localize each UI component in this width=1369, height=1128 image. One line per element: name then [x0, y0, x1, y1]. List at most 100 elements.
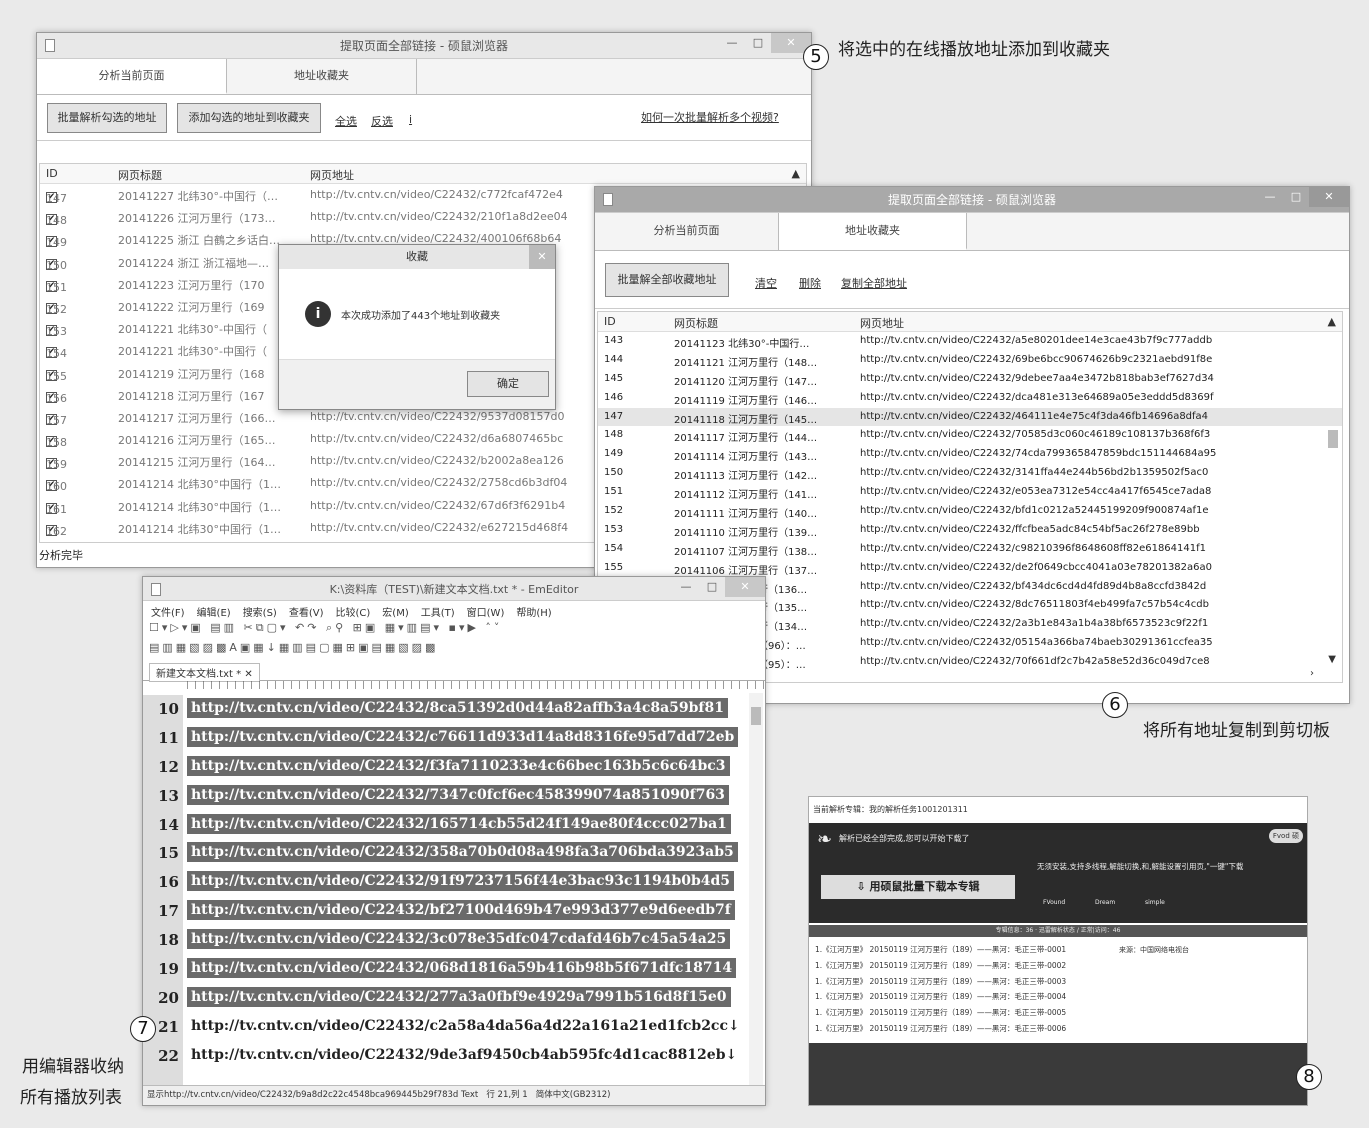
minimize-icon[interactable]: — — [673, 577, 699, 597]
editor-line[interactable]: 16 http://tv.cntv.cn/video/C22432/91f9723… — [143, 868, 747, 897]
line-text[interactable]: http://tv.cntv.cn/video/C22432/bf27100d4… — [187, 900, 735, 921]
maximize-icon[interactable]: □ — [1283, 187, 1309, 207]
table-row[interactable]: 148 20141117 江河万里行（144… http://tv.cntv.cn/… — [598, 426, 1342, 445]
line-text[interactable]: http://tv.cntv.cn/video/C22432/8ca51392d… — [187, 698, 728, 718]
tab-analyze-page[interactable]: 分析当前页面 — [595, 213, 779, 250]
fvod-badge[interactable]: Fvod 硕 — [1268, 829, 1303, 843]
scroll-right-icon[interactable]: › — [1310, 668, 1314, 679]
list-item[interactable]: 1.《江河万里》 20150119 江河万里行（189）——黑河：毛正三带-00… — [815, 973, 1105, 989]
file-tab[interactable]: 新建文本文档.txt * ✕ — [149, 663, 260, 682]
tab-close-icon[interactable]: ✕ — [244, 669, 252, 680]
table-row[interactable]: 146 20141119 江河万里行（146… http://tv.cntv.cn/… — [598, 389, 1342, 408]
add-to-favorites-button[interactable]: 添加勾选的地址到收藏夹 — [177, 103, 321, 133]
col-id[interactable]: ID — [46, 167, 58, 180]
editor-line[interactable]: 12 http://tv.cntv.cn/video/C22432/f3fa711… — [143, 753, 747, 782]
dialog-close-icon[interactable]: ✕ — [529, 245, 555, 269]
table-row[interactable]: 154 20141107 江河万里行（138… http://tv.cntv.cn/… — [598, 540, 1342, 559]
menu-item[interactable]: 帮助(H) — [516, 604, 551, 619]
col-url[interactable]: 网页地址 — [310, 167, 354, 183]
editor-line[interactable]: 22 http://tv.cntv.cn/video/C22432/9de3af9… — [143, 1042, 747, 1071]
dialog-ok-button[interactable]: 确定 — [467, 371, 549, 397]
list-item[interactable]: 1.《江河万里》 20150119 江河万里行（189）——黑河：毛正三带-00… — [815, 1020, 1105, 1036]
toolbar-row-1[interactable]: ☐▾▷▾▣ ▤▥ ✂⧉▢▾ ↶↷ ⌕⚲ ⊞▣ ▦▾▥▤▾ ▪▾▶ ˄˅ — [143, 621, 765, 641]
table-row[interactable]: 155 20141106 江河万里行（137… http://tv.cntv.cn/… — [598, 559, 1342, 578]
line-text[interactable]: http://tv.cntv.cn/video/C22432/068d1816a… — [187, 958, 737, 979]
table-row[interactable]: 144 20141121 江河万里行（148… http://tv.cntv.cn/… — [598, 351, 1342, 370]
editor-line[interactable]: 15 http://tv.cntv.cn/video/C22432/358a70b… — [143, 839, 747, 868]
menu-item[interactable]: 比较(C) — [336, 604, 371, 619]
table-row[interactable]: 151 20141112 江河万里行（141… http://tv.cntv.cn/… — [598, 483, 1342, 502]
invert-select-link[interactable]: 反选 — [371, 113, 393, 129]
line-text[interactable]: http://tv.cntv.cn/video/C22432/c2a58a4da… — [187, 1016, 744, 1036]
table-row[interactable]: 150 20141113 江河万里行（142… http://tv.cntv.cn/… — [598, 464, 1342, 483]
editor-line[interactable]: 18 http://tv.cntv.cn/video/C22432/3c078e3… — [143, 926, 747, 955]
editor-line[interactable]: 17 http://tv.cntv.cn/video/C22432/bf27100… — [143, 897, 747, 926]
editor-line[interactable]: 19 http://tv.cntv.cn/video/C22432/068d181… — [143, 955, 747, 984]
dialog-titlebar[interactable]: 收藏 ✕ — [279, 245, 555, 269]
editor-line[interactable]: 14 http://tv.cntv.cn/video/C22432/165714c… — [143, 811, 747, 840]
batch-download-button[interactable]: ⇩ 用硕鼠批量下载本专辑 — [821, 875, 1015, 899]
scrollbar-thumb[interactable] — [1328, 430, 1338, 448]
table-row[interactable]: 145 20141120 江河万里行（147… http://tv.cntv.cn/… — [598, 370, 1342, 389]
list-item[interactable]: 1.《江河万里》 20150119 江河万里行（189）——黑河：毛正三带-00… — [815, 988, 1105, 1004]
skin-dream[interactable]: Dream — [1095, 899, 1115, 906]
editor-line[interactable]: 11 http://tv.cntv.cn/video/C22432/c76611d… — [143, 724, 747, 753]
tab-favorites[interactable]: 地址收藏夹 — [779, 213, 967, 250]
vertical-scrollbar[interactable] — [749, 693, 763, 1085]
list-item[interactable]: 1.《江河万里》 20150119 江河万里行（189）——黑河：毛正三带-00… — [815, 941, 1105, 957]
skin-simple[interactable]: simple — [1145, 899, 1165, 906]
editor-line[interactable]: 21 http://tv.cntv.cn/video/C22432/c2a58a4… — [143, 1013, 747, 1042]
menu-item[interactable]: 文件(F) — [151, 604, 185, 619]
batch-parse-all-button[interactable]: 批量解全部收藏地址 — [605, 263, 729, 297]
editor-line[interactable]: 10 http://tv.cntv.cn/video/C22432/8ca5139… — [143, 695, 747, 724]
col-url[interactable]: 网页地址 — [860, 315, 904, 331]
editor-line[interactable]: 20 http://tv.cntv.cn/video/C22432/277a3a0… — [143, 984, 747, 1013]
window-titlebar[interactable]: 提取页面全部链接 - 硕鼠浏览器 — □ ✕ — [595, 187, 1349, 213]
scroll-up-icon[interactable]: ▲ — [792, 167, 800, 180]
help-link[interactable]: 如何一次批量解析多个视频? — [641, 109, 779, 125]
line-text[interactable]: http://tv.cntv.cn/video/C22432/7347c0fcf… — [187, 784, 729, 805]
list-item[interactable]: 1.《江河万里》 20150119 江河万里行（189）——黑河：毛正三带-00… — [815, 957, 1105, 973]
close-icon[interactable]: ✕ — [1309, 187, 1349, 207]
scroll-up-icon[interactable]: ▲ — [1328, 315, 1336, 328]
table-row[interactable]: 143 20141123 北纬30°-中国行… http://tv.cntv.cn/… — [598, 332, 1342, 351]
scroll-down-icon[interactable]: ▼ — [1328, 654, 1336, 665]
maximize-icon[interactable]: □ — [699, 577, 725, 597]
menu-item[interactable]: 工具(T) — [421, 604, 455, 619]
toolbar-row-2[interactable]: ▤▥▦▧▨▩A▣▦↓▦▥▤▢▦⊞▣▤▦▧▨▩ — [143, 641, 765, 661]
line-text[interactable]: http://tv.cntv.cn/video/C22432/9de3af945… — [187, 1045, 741, 1065]
menu-item[interactable]: 编辑(E) — [197, 604, 231, 619]
tab-analyze-page[interactable]: 分析当前页面 — [37, 59, 227, 94]
editor-line[interactable]: 13 http://tv.cntv.cn/video/C22432/7347c0f… — [143, 782, 747, 811]
list-item[interactable]: 1.《江河万里》 20150119 江河万里行（189）——黑河：毛正三带-00… — [815, 1004, 1105, 1020]
line-text[interactable]: http://tv.cntv.cn/video/C22432/c76611d93… — [187, 726, 739, 747]
menu-item[interactable]: 搜索(S) — [243, 604, 277, 619]
select-all-link[interactable]: 全选 — [335, 113, 357, 129]
skin-fvound[interactable]: FVound — [1043, 899, 1065, 906]
batch-parse-button[interactable]: 批量解析勾选的地址 — [47, 103, 167, 133]
copy-all-link[interactable]: 复制全部地址 — [841, 275, 907, 291]
maximize-icon[interactable]: □ — [745, 33, 771, 53]
col-title[interactable]: 网页标题 — [118, 167, 162, 183]
tab-favorites[interactable]: 地址收藏夹 — [227, 59, 417, 94]
menu-item[interactable]: 查看(V) — [289, 604, 324, 619]
clear-link[interactable]: 清空 — [755, 275, 777, 291]
editor-text-area[interactable]: 10 http://tv.cntv.cn/video/C22432/8ca5139… — [143, 695, 747, 1085]
line-text[interactable]: http://tv.cntv.cn/video/C22432/91f972371… — [187, 871, 735, 892]
info-link[interactable]: i — [409, 113, 412, 126]
window-titlebar[interactable]: K:\资料库（TEST)\新建文本文档.txt * - EmEditor — □ ✕ — [143, 577, 765, 601]
line-text[interactable]: http://tv.cntv.cn/video/C22432/f3fa71102… — [187, 755, 730, 776]
delete-link[interactable]: 删除 — [799, 275, 821, 291]
col-id[interactable]: ID — [604, 315, 616, 328]
col-title[interactable]: 网页标题 — [674, 315, 718, 331]
window-titlebar[interactable]: 提取页面全部链接 - 硕鼠浏览器 — □ ✕ — [37, 33, 811, 59]
line-text[interactable]: http://tv.cntv.cn/video/C22432/3c078e35d… — [187, 929, 731, 950]
table-row[interactable]: 149 20141114 江河万里行（143… http://tv.cntv.cn/… — [598, 445, 1342, 464]
table-row[interactable]: 147 20141118 江河万里行（145… http://tv.cntv.cn/… — [598, 407, 1342, 427]
close-icon[interactable]: ✕ — [725, 577, 765, 597]
minimize-icon[interactable]: — — [719, 33, 745, 53]
minimize-icon[interactable]: — — [1257, 187, 1283, 207]
menu-item[interactable]: 宏(M) — [382, 604, 408, 619]
line-text[interactable]: http://tv.cntv.cn/video/C22432/358a70b0d… — [187, 842, 738, 863]
table-row[interactable]: 152 20141111 江河万里行（140… http://tv.cntv.cn/… — [598, 502, 1342, 521]
